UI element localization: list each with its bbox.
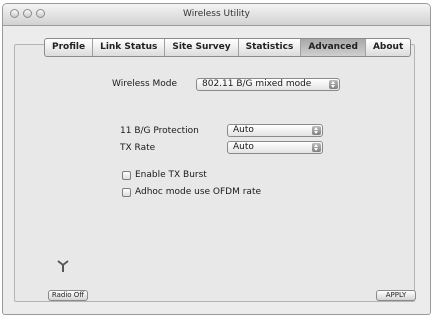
tab-link-status[interactable]: Link Status <box>93 39 166 56</box>
wireless-mode-value: 802.11 B/G mixed mode <box>202 79 312 89</box>
tab-bar: Profile Link Status Site Survey Statisti… <box>44 38 412 57</box>
tab-about[interactable]: About <box>366 39 410 56</box>
tx-burst-label: Enable TX Burst <box>135 170 207 180</box>
wireless-mode-select[interactable]: 802.11 B/G mixed mode <box>196 78 340 91</box>
bg-protection-select[interactable]: Auto <box>227 124 323 137</box>
popup-arrows-icon <box>312 143 321 152</box>
tx-burst-checkbox[interactable] <box>122 170 131 180</box>
tab-profile[interactable]: Profile <box>45 39 94 56</box>
window-title: Wireless Utility <box>183 9 250 19</box>
title-bar[interactable]: Wireless Utility <box>3 4 430 26</box>
bg-protection-value: Auto <box>233 125 254 135</box>
antenna-icon <box>57 260 69 272</box>
tab-site-survey[interactable]: Site Survey <box>165 39 239 56</box>
adhoc-ofdm-checkbox-row[interactable]: Adhoc mode use OFDM rate <box>122 187 261 197</box>
tx-rate-label: TX Rate <box>120 143 156 153</box>
adhoc-ofdm-label: Adhoc mode use OFDM rate <box>135 187 262 197</box>
tx-burst-checkbox-row[interactable]: Enable TX Burst <box>122 170 207 180</box>
radio-off-button[interactable]: Radio Off <box>48 290 88 301</box>
apply-button[interactable]: APPLY <box>376 290 416 301</box>
tx-rate-select[interactable]: Auto <box>227 141 323 154</box>
wireless-mode-label: Wireless Mode <box>112 79 178 89</box>
tab-statistics[interactable]: Statistics <box>239 39 302 56</box>
tx-rate-value: Auto <box>233 142 254 152</box>
popup-arrows-icon <box>312 126 321 135</box>
adhoc-ofdm-checkbox[interactable] <box>122 187 131 197</box>
tab-advanced[interactable]: Advanced <box>301 39 366 56</box>
bg-protection-label: 11 B/G Protection <box>120 126 199 136</box>
popup-arrows-icon <box>329 80 338 89</box>
